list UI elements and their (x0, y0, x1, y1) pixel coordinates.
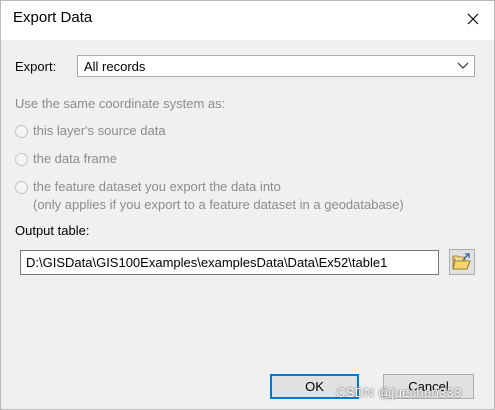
export-label: Export: (15, 59, 57, 74)
coordinate-heading: Use the same coordinate system as: (15, 96, 226, 111)
title-bar: Export Data (1, 1, 494, 39)
chevron-down-icon (457, 62, 469, 69)
close-icon (467, 13, 479, 25)
radio-label-group: the feature dataset you export the data … (33, 178, 404, 214)
radio-feature-dataset[interactable]: the feature dataset you export the data … (15, 178, 404, 214)
radio-label: the feature dataset you export the data … (33, 179, 281, 194)
radio-button[interactable] (15, 181, 28, 194)
export-data-dialog: Export Data Export: All records Use the … (0, 0, 495, 410)
export-select-value: All records (84, 59, 146, 74)
radio-sublabel: (only applies if you export to a feature… (33, 197, 404, 212)
folder-browse-icon (452, 253, 471, 270)
output-table-label: Output table: (15, 223, 90, 238)
output-table-input[interactable]: D:\GISData\GIS100Examples\examplesData\D… (20, 250, 439, 275)
output-table-value: D:\GISData\GIS100Examples\examplesData\D… (26, 255, 388, 270)
radio-data-frame[interactable]: the data frame (15, 150, 117, 168)
radio-label: this layer's source data (33, 123, 166, 138)
radio-button[interactable] (15, 153, 28, 166)
dialog-body: Export: All records Use the same coordin… (1, 40, 494, 409)
browse-button[interactable] (449, 249, 475, 275)
close-button[interactable] (458, 5, 488, 33)
watermark: CSDN @juechen333 (336, 385, 462, 400)
radio-label: the data frame (33, 151, 117, 166)
radio-button[interactable] (15, 125, 28, 138)
window-title: Export Data (13, 9, 93, 26)
radio-source-data[interactable]: this layer's source data (15, 122, 166, 140)
export-select[interactable]: All records (77, 55, 475, 77)
